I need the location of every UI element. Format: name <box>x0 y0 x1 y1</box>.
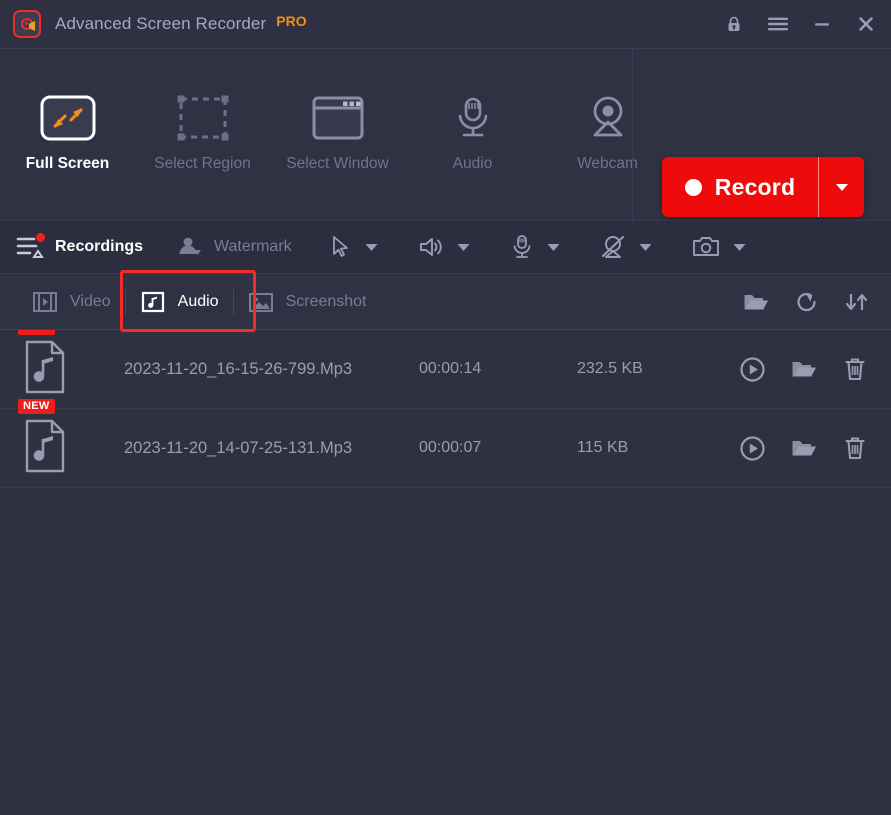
chevron-down-icon <box>733 243 746 252</box>
row-actions <box>740 435 891 461</box>
menu-icon[interactable] <box>767 13 789 35</box>
new-badge: NEW <box>18 399 55 414</box>
file-icon-wrapper: NEW <box>22 340 74 399</box>
play-icon[interactable] <box>740 436 765 461</box>
app-logo-camera-icon <box>13 10 41 38</box>
record-button-main[interactable]: Record <box>662 157 819 217</box>
microphone-tool[interactable] <box>510 234 560 260</box>
file-icon-wrapper: NEW <box>22 419 74 478</box>
new-badge: NEW <box>18 330 55 335</box>
table-row[interactable]: NEW 2023-11-20_14-07-25-131.Mp3 00:00:07… <box>0 409 891 488</box>
tab-audio[interactable]: Audio <box>126 279 233 325</box>
recordings-label: Recordings <box>55 238 143 256</box>
recordings-file-list: NEW 2023-11-20_16-15-26-799.Mp3 00:00:14… <box>0 330 891 815</box>
webcam-icon <box>583 87 633 149</box>
table-row[interactable]: NEW 2023-11-20_16-15-26-799.Mp3 00:00:14… <box>0 330 891 409</box>
media-type-tabs: Video Audio Screenshot <box>0 274 891 330</box>
tab-video[interactable]: Video <box>18 279 125 325</box>
list-actions <box>743 290 891 314</box>
record-button[interactable]: Record <box>662 157 864 217</box>
chevron-down-icon <box>457 243 470 252</box>
audio-file-icon <box>22 419 68 473</box>
cursor-icon <box>330 235 352 259</box>
app-window: Advanced Screen Recorder PRO <box>0 0 891 815</box>
tool-icon-list <box>330 234 786 260</box>
screenshot-image-icon <box>248 290 274 314</box>
play-icon[interactable] <box>740 357 765 382</box>
capture-mode-audio[interactable]: Audio <box>405 75 540 195</box>
window-controls <box>723 13 877 35</box>
capture-mode-label: Full Screen <box>26 155 110 173</box>
microphone-icon <box>449 87 497 149</box>
microphone-icon <box>510 234 534 260</box>
chevron-down-icon <box>365 243 378 252</box>
watermark-label: Watermark <box>214 238 292 256</box>
tab-label: Audio <box>178 293 219 311</box>
row-actions <box>740 356 891 382</box>
webcam-tool[interactable] <box>600 235 652 260</box>
capture-mode-select-window[interactable]: Select Window <box>270 75 405 195</box>
minimize-icon[interactable] <box>811 13 833 35</box>
capture-mode-select-region[interactable]: Select Region <box>135 75 270 195</box>
file-size: 232.5 KB <box>549 360 699 378</box>
toolbar-divider <box>632 49 633 221</box>
file-duration: 00:00:07 <box>419 439 549 457</box>
record-dot-icon <box>685 179 702 196</box>
record-dropdown-button[interactable] <box>819 157 864 217</box>
capture-mode-full-screen[interactable]: Full Screen <box>0 75 135 195</box>
capture-mode-label: Select Window <box>286 155 389 173</box>
file-name: 2023-11-20_14-07-25-131.Mp3 <box>124 439 419 458</box>
open-folder-icon[interactable] <box>791 358 817 380</box>
recordings-list-icon <box>16 234 44 260</box>
title-bar: Advanced Screen Recorder PRO <box>0 0 891 49</box>
chevron-down-icon <box>639 243 652 252</box>
capture-mode-webcam[interactable]: Webcam <box>540 75 675 195</box>
full-screen-icon <box>40 87 96 149</box>
close-icon[interactable] <box>855 13 877 35</box>
capture-mode-label: Webcam <box>577 155 638 173</box>
tab-screenshot[interactable]: Screenshot <box>234 279 381 325</box>
camera-tool[interactable] <box>692 235 746 259</box>
refresh-icon[interactable] <box>795 290 819 314</box>
webcam-disabled-icon <box>600 235 626 260</box>
capture-mode-label: Select Region <box>154 155 251 173</box>
video-film-icon <box>32 290 58 314</box>
speaker-icon <box>418 235 444 259</box>
file-duration: 00:00:14 <box>419 360 549 378</box>
sort-icon[interactable] <box>845 290 869 314</box>
watermark-button[interactable]: Watermark <box>177 235 292 259</box>
cursor-tool[interactable] <box>330 235 378 259</box>
select-region-icon <box>175 87 231 149</box>
capture-mode-bar: Full Screen Select Region <box>0 49 891 221</box>
record-button-label: Record <box>715 174 795 201</box>
open-folder-icon[interactable] <box>743 291 769 313</box>
recordings-button[interactable]: Recordings <box>16 234 143 260</box>
delete-icon[interactable] <box>843 435 867 461</box>
watermark-person-icon <box>177 235 203 259</box>
notification-dot <box>36 233 45 242</box>
tab-label: Screenshot <box>286 293 367 311</box>
select-window-icon <box>310 87 366 149</box>
options-bar: Recordings Watermark <box>0 221 891 274</box>
file-size: 115 KB <box>549 439 699 457</box>
page-title: Advanced Screen Recorder <box>55 14 266 34</box>
audio-file-icon <box>22 340 68 394</box>
chevron-down-icon <box>832 177 852 197</box>
file-name: 2023-11-20_16-15-26-799.Mp3 <box>124 360 419 379</box>
tab-label: Video <box>70 293 111 311</box>
pro-badge: PRO <box>276 13 306 29</box>
speaker-tool[interactable] <box>418 235 470 259</box>
capture-mode-list: Full Screen Select Region <box>0 75 675 195</box>
delete-icon[interactable] <box>843 356 867 382</box>
camera-icon <box>692 235 720 259</box>
lock-icon[interactable] <box>723 13 745 35</box>
chevron-down-icon <box>547 243 560 252</box>
open-folder-icon[interactable] <box>791 437 817 459</box>
capture-mode-label: Audio <box>453 155 493 173</box>
audio-note-icon <box>140 290 166 314</box>
